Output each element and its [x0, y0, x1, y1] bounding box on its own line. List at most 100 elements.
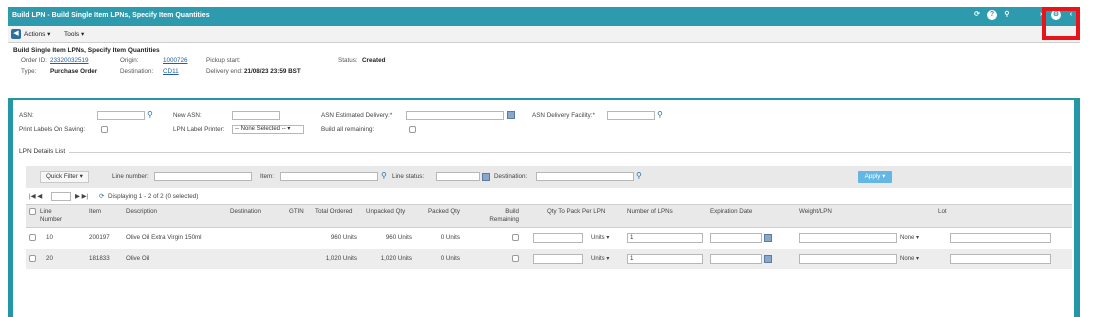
window-title: Build LPN - Build Single Item LPNs, Spec… — [12, 12, 210, 19]
line-number-input[interactable] — [154, 172, 252, 181]
help-icon[interactable]: ? — [987, 10, 997, 20]
asn-input[interactable] — [97, 111, 145, 120]
row-number-of-lpns-input[interactable]: 1 — [627, 254, 703, 264]
row-number-of-lpns-input[interactable]: 1 — [627, 233, 703, 243]
asn-estimated-delivery-label: ASN Estimated Delivery:* — [321, 112, 393, 119]
page-number-input[interactable] — [51, 192, 71, 201]
destination-filter-label: Destination: — [494, 173, 528, 180]
lpn-details-section-title: LPN Details List — [19, 148, 66, 155]
refresh-grid-icon[interactable]: ⟳ — [99, 193, 104, 200]
actions-label: Actions — [24, 31, 46, 38]
row-checkbox[interactable] — [29, 255, 36, 262]
asn-search-icon[interactable]: ⚲ — [147, 111, 153, 119]
col-total-ordered[interactable]: Total Ordered — [315, 208, 353, 216]
destination-link[interactable]: CD11 — [163, 68, 179, 75]
row-build-remaining-checkbox[interactable] — [512, 234, 519, 241]
lpn-label-printer-select[interactable]: -- None Selected -- ▾ — [232, 125, 304, 134]
destination-search-icon[interactable]: ⚲ — [636, 172, 642, 180]
filter-bar: Quick Filter ▾ Line number: Item: ⚲ Line… — [26, 166, 1072, 188]
location-icon[interactable]: ⚲ — [1002, 10, 1012, 20]
row-weight-input[interactable] — [799, 254, 897, 264]
origin-link[interactable]: 1000726 — [163, 57, 188, 64]
quick-filter-label: Quick Filter — [46, 173, 78, 180]
row-weight-unit-select[interactable]: None ▾ — [900, 254, 919, 264]
toolbar: ◀ Actions ▾ Tools ▾ — [8, 26, 1080, 43]
line-status-label: Line status: — [392, 173, 425, 180]
row-weight-unit-select[interactable]: None ▾ — [900, 233, 919, 243]
col-weight-lpn[interactable]: Weight/LPN — [799, 208, 832, 216]
asn-label: ASN: — [19, 112, 34, 119]
tools-menu-button[interactable]: Tools ▾ — [64, 29, 84, 40]
line-number-label: Line number: — [112, 173, 149, 180]
asn-estimated-delivery-input[interactable] — [406, 111, 504, 120]
print-labels-checkbox[interactable] — [101, 126, 108, 133]
actions-menu-button[interactable]: Actions ▾ — [24, 29, 50, 40]
row-calendar-icon[interactable] — [764, 255, 772, 263]
pickup-start-label: Pickup start: — [206, 57, 241, 64]
order-id-link[interactable]: 23320032519 — [50, 57, 89, 64]
select-all-checkbox[interactable] — [29, 208, 36, 215]
col-line-number[interactable]: Line Number — [40, 208, 64, 224]
row-description: Olive Oil Extra Virgin 150ml — [126, 234, 202, 241]
table-row[interactable]: 10 200197 Olive Oil Extra Virgin 150ml 9… — [26, 228, 1072, 248]
col-qty-to-pack[interactable]: Qty To Pack Per LPN — [547, 208, 605, 216]
destination-label: Destination: — [120, 68, 154, 75]
delivery-end-value: 21/08/23 23:59 BST — [244, 68, 301, 75]
col-item[interactable]: Item — [89, 208, 101, 216]
row-weight-unit-value: None — [900, 256, 915, 262]
item-input[interactable] — [280, 172, 378, 181]
row-uom-select[interactable]: Units ▾ — [591, 233, 609, 243]
row-expiration-date-input[interactable] — [710, 254, 762, 264]
row-lot-input[interactable] — [950, 254, 1051, 264]
row-unpacked-qty: 960 Units — [385, 234, 412, 241]
line-status-dropdown-icon[interactable] — [482, 173, 490, 181]
delivery-end-label: Delivery end: — [206, 68, 243, 75]
calendar-icon[interactable] — [507, 111, 515, 119]
col-description[interactable]: Description — [126, 208, 157, 216]
item-search-icon[interactable]: ⚲ — [381, 172, 387, 180]
col-gtin[interactable]: GTIN — [289, 208, 304, 216]
col-number-of-lpns[interactable]: Number of LPNs — [627, 208, 673, 216]
col-packed-qty[interactable]: Packed Qty — [426, 208, 460, 216]
col-lot[interactable]: Lot — [938, 208, 947, 216]
tools-label: Tools — [64, 31, 80, 38]
refresh-icon[interactable]: ⟳ — [972, 10, 982, 20]
pager-first-icon[interactable]: |◀ ◀ — [29, 193, 42, 200]
item-label: Item: — [260, 173, 274, 180]
apply-button[interactable]: Apply ▾ — [858, 171, 892, 183]
new-asn-input[interactable] — [232, 111, 280, 120]
row-uom-select[interactable]: Units ▾ — [591, 254, 609, 264]
table-row[interactable]: 20 181833 Olive Oil 1,020 Units 1,020 Un… — [26, 249, 1072, 269]
back-icon[interactable]: ◀ — [11, 29, 21, 39]
pager-next-icon[interactable]: ▶ ▶| — [75, 193, 88, 200]
section-divider — [69, 152, 1071, 153]
row-calendar-icon[interactable] — [764, 234, 772, 242]
col-expiration-date[interactable]: Expiration Date — [710, 208, 752, 216]
row-build-remaining-checkbox[interactable] — [512, 255, 519, 262]
order-id-label: Order ID: — [21, 57, 47, 64]
line-status-select[interactable] — [436, 172, 480, 181]
build-all-remaining-checkbox[interactable] — [409, 126, 416, 133]
asn-delivery-facility-input[interactable] — [607, 111, 655, 120]
row-checkbox[interactable] — [29, 234, 36, 241]
lpn-label-printer-label: LPN Label Printer: — [173, 126, 225, 133]
col-destination[interactable]: Destination — [230, 208, 261, 216]
row-packed-qty: 0 Units — [440, 234, 460, 241]
row-uom-value: Units — [591, 256, 605, 262]
destination-filter-input[interactable] — [536, 172, 634, 181]
status-label: Status: — [338, 57, 358, 64]
window-frame: Build LPN - Build Single Item LPNs, Spec… — [8, 7, 1080, 317]
facility-search-icon[interactable]: ⚲ — [657, 111, 663, 119]
apply-label: Apply — [864, 173, 881, 180]
print-labels-label: Print Labels On Saving: — [19, 126, 86, 133]
col-build-remaining[interactable]: Build Remaining — [481, 208, 519, 224]
col-unpacked-qty[interactable]: Unpacked Qty — [366, 208, 405, 216]
highlight-box — [1042, 7, 1080, 40]
row-qty-to-pack-input[interactable] — [533, 254, 583, 264]
quick-filter-button[interactable]: Quick Filter ▾ — [40, 171, 89, 183]
row-line-number: 10 — [46, 234, 53, 241]
row-qty-to-pack-input[interactable] — [533, 233, 583, 243]
row-weight-input[interactable] — [799, 233, 897, 243]
row-lot-input[interactable] — [950, 233, 1051, 243]
row-expiration-date-input[interactable] — [710, 233, 762, 243]
